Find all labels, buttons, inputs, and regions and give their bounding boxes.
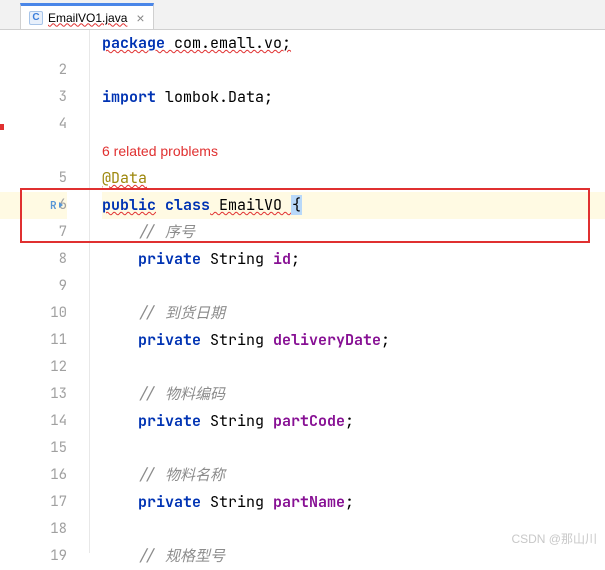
line-number bbox=[0, 30, 67, 57]
code-line: // 到货日期 bbox=[102, 300, 605, 327]
line-number: 12 bbox=[0, 354, 67, 381]
line-number: 2 bbox=[0, 57, 67, 84]
code-line bbox=[102, 435, 605, 462]
tab-bar: C EmailVO1.java × bbox=[0, 0, 605, 30]
line-number: 10 bbox=[0, 300, 67, 327]
code-line bbox=[102, 273, 605, 300]
run-gutter-icon[interactable]: R bbox=[49, 197, 65, 213]
line-number: 14 bbox=[0, 408, 67, 435]
close-icon[interactable]: × bbox=[136, 10, 144, 26]
line-number: 4 bbox=[0, 111, 67, 138]
watermark: CSDN @那山川 bbox=[511, 530, 597, 547]
line-number: 3 bbox=[0, 84, 67, 111]
code-line: package com.emall.vo; bbox=[102, 30, 605, 57]
error-stripe bbox=[0, 124, 4, 130]
line-number: 15 bbox=[0, 435, 67, 462]
caret: { bbox=[291, 195, 302, 215]
code-line: private String partName; bbox=[102, 489, 605, 516]
code-line bbox=[102, 111, 605, 138]
code-line: // 物料名称 bbox=[102, 462, 605, 489]
line-number: 6 R bbox=[0, 192, 67, 219]
line-number: 11 bbox=[0, 327, 67, 354]
line-number: 18 bbox=[0, 516, 67, 543]
line-number: 8 bbox=[0, 246, 67, 273]
code-line: private String deliveryDate; bbox=[102, 327, 605, 354]
code-line: private String id; bbox=[102, 246, 605, 273]
gutter: 2 3 4 5 6 R 7 8 9 10 11 12 13 14 15 16 1… bbox=[0, 30, 90, 553]
line-number: 9 bbox=[0, 273, 67, 300]
code-line: import lombok.Data; bbox=[102, 84, 605, 111]
line-number: 19 bbox=[0, 543, 67, 570]
editor: 2 3 4 5 6 R 7 8 9 10 11 12 13 14 15 16 1… bbox=[0, 30, 605, 553]
line-number: 7 bbox=[0, 219, 67, 246]
line-number: 13 bbox=[0, 381, 67, 408]
tab-filename: EmailVO1.java bbox=[48, 11, 127, 25]
code-line: // 序号 bbox=[102, 219, 605, 246]
inspection-hint[interactable]: 6 related problems bbox=[102, 138, 605, 165]
line-number bbox=[0, 138, 67, 165]
line-number: 16 bbox=[0, 462, 67, 489]
java-class-icon: C bbox=[29, 11, 43, 25]
svg-text:R: R bbox=[50, 199, 57, 213]
line-number: 17 bbox=[0, 489, 67, 516]
code-line bbox=[102, 57, 605, 84]
file-tab[interactable]: C EmailVO1.java × bbox=[20, 3, 154, 29]
code-line: // 规格型号 bbox=[102, 543, 605, 570]
code-area[interactable]: package com.emall.vo; import lombok.Data… bbox=[90, 30, 605, 553]
code-line bbox=[102, 354, 605, 381]
code-line: private String partCode; bbox=[102, 408, 605, 435]
code-line: // 物料编码 bbox=[102, 381, 605, 408]
line-number: 5 bbox=[0, 165, 67, 192]
code-line: public class EmailVO { bbox=[102, 192, 605, 219]
code-line: @Data bbox=[102, 165, 605, 192]
